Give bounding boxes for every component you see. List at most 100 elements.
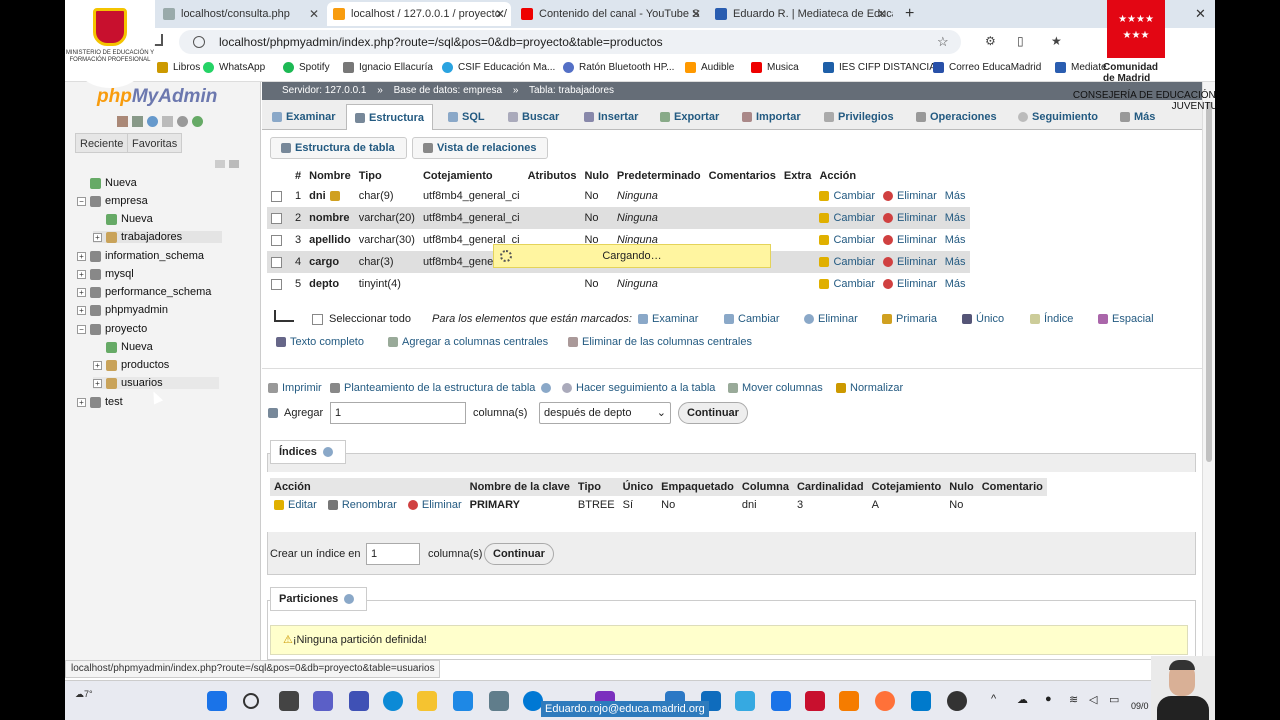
battery-icon[interactable]: ▭ — [1109, 693, 1119, 706]
change-column-button[interactable]: Cambiar — [815, 251, 880, 273]
more-actions-button[interactable]: Más — [941, 185, 970, 207]
row-checkbox[interactable] — [271, 278, 282, 290]
star-icon[interactable]: ☆ — [937, 34, 949, 50]
header-cell[interactable]: Cotejamiento — [419, 167, 524, 185]
bulk-index-button[interactable]: Índice — [1030, 313, 1073, 325]
bookmark-item[interactable]: Mediate — [1055, 62, 1107, 73]
chevron-up-icon[interactable]: ^ — [991, 693, 996, 705]
add-column-position-select[interactable]: después de depto ⌄ — [539, 402, 671, 424]
help-icon[interactable] — [147, 116, 158, 127]
bulk-spatial-button[interactable]: Espacial — [1098, 313, 1154, 325]
bulk-fulltext-button[interactable]: Texto completo — [276, 336, 364, 348]
tree-table-productos[interactable]: + productos — [93, 359, 169, 371]
firefox-icon[interactable] — [875, 691, 895, 711]
help-icon[interactable] — [344, 594, 355, 605]
header-cell[interactable]: Atributos — [524, 167, 581, 185]
breadcrumb-table[interactable]: Tabla: trabajadores — [529, 85, 614, 96]
close-tab-icon[interactable]: ✕ — [495, 7, 505, 21]
tree-item-new-table[interactable]: Nueva — [93, 213, 153, 225]
header-cell[interactable]: Predeterminado — [613, 167, 705, 185]
propose-structure-link[interactable]: Planteamiento de la estructura de tabla — [330, 382, 555, 394]
phpmyadmin-logo[interactable]: phpMyAdmin — [97, 86, 217, 108]
change-column-button[interactable]: Cambiar — [815, 273, 879, 295]
move-columns-link[interactable]: Mover columnas — [728, 382, 823, 394]
add-column-continue-button[interactable]: Continuar — [678, 402, 748, 424]
change-column-button[interactable]: Cambiar — [815, 185, 879, 207]
page-scrollbar[interactable] — [1202, 82, 1215, 660]
task-view-icon[interactable] — [279, 691, 299, 711]
delete-index-button[interactable]: Eliminar — [407, 499, 462, 511]
scrollbar-thumb[interactable] — [1206, 102, 1212, 462]
logout-icon[interactable] — [132, 116, 143, 127]
tree-db-mysql[interactable]: + mysql — [77, 268, 134, 280]
start-icon[interactable] — [207, 691, 227, 711]
create-index-continue-button[interactable]: Continuar — [484, 543, 554, 565]
tab-exportar[interactable]: Exportar — [660, 104, 719, 130]
help-icon[interactable] — [541, 383, 552, 393]
settings-icon[interactable] — [177, 116, 188, 127]
tree-db-information-schema[interactable]: + information_schema — [77, 250, 204, 262]
search-icon[interactable] — [243, 693, 259, 709]
clock-date[interactable]: 09/0 — [1131, 701, 1149, 711]
tab-importar[interactable]: Importar — [742, 104, 801, 130]
tree-table-usuarios[interactable]: + usuarios — [93, 377, 219, 389]
volume-icon[interactable]: ◁ — [1089, 693, 1097, 706]
delete-column-button[interactable]: Eliminar — [879, 273, 941, 295]
bulk-remove-central-button[interactable]: Eliminar de las columnas centrales — [568, 336, 752, 348]
track-table-link[interactable]: Hacer seguimiento a la tabla — [562, 382, 715, 394]
tree-db-phpmyadmin[interactable]: + phpmyadmin — [77, 304, 168, 316]
wifi-icon[interactable]: ≋ — [1069, 693, 1078, 706]
tree-db-performance-schema[interactable]: + performance_schema — [77, 286, 211, 298]
bulk-delete-button[interactable]: Eliminar — [804, 313, 858, 325]
row-checkbox[interactable] — [271, 190, 282, 202]
recent-tab[interactable]: Reciente — [75, 133, 129, 153]
home-icon[interactable] — [117, 116, 128, 127]
link-icon[interactable] — [229, 160, 239, 168]
tab-insertar[interactable]: Insertar — [584, 104, 638, 130]
bookmark-item[interactable]: Libros — [157, 62, 200, 73]
favorites-tab[interactable]: Favoritas — [127, 133, 183, 153]
expand-toggle-icon[interactable]: + — [77, 397, 86, 407]
browser-tab[interactable]: Contenido del canal - YouTube S ✕ — [515, 2, 707, 26]
app-icon[interactable] — [453, 691, 473, 711]
change-column-button[interactable]: Cambiar — [815, 207, 880, 229]
bulk-change-button[interactable]: Cambiar — [724, 313, 780, 325]
bulk-primary-button[interactable]: Primaria — [882, 313, 937, 325]
microphone-icon[interactable]: ● — [1045, 693, 1052, 705]
expand-toggle-icon[interactable]: + — [77, 269, 86, 279]
tab-estructura[interactable]: Estructura — [346, 104, 434, 130]
row-checkbox[interactable] — [271, 256, 282, 268]
calculator-icon[interactable] — [489, 691, 509, 711]
tab-privilegios[interactable]: Privilegios — [824, 104, 894, 130]
tab-examinar[interactable]: Examinar — [272, 104, 336, 130]
browser-tab[interactable]: Eduardo R. | Mediateca de Educa ✕ — [709, 2, 893, 26]
cloud-icon[interactable]: ☁ — [1017, 693, 1028, 706]
tree-db-empresa[interactable]: − empresa — [77, 195, 148, 207]
bulk-browse-button[interactable]: Examinar — [638, 313, 698, 325]
bookmark-item[interactable]: Ignacio Ellacuría — [343, 62, 433, 73]
bookmark-item[interactable]: Audible — [685, 62, 734, 73]
docs-icon[interactable] — [162, 116, 173, 127]
bookmark-item[interactable]: Ratón Bluetooth HP... — [563, 62, 674, 73]
tab-buscar[interactable]: Buscar — [508, 104, 559, 130]
url-field[interactable]: localhost/phpmyadmin/index.php?route=/sq… — [179, 30, 961, 54]
tree-db-proyecto[interactable]: − proyecto — [77, 323, 147, 335]
more-actions-button[interactable]: Más — [941, 273, 970, 295]
split-screen-icon[interactable]: ▯ — [1017, 34, 1024, 48]
header-cell[interactable]: Tipo — [355, 167, 419, 185]
add-column-count-input[interactable]: 1 — [330, 402, 466, 424]
more-actions-button[interactable]: Más — [940, 207, 970, 229]
favorites-icon[interactable]: ★ — [1051, 34, 1062, 48]
extensions-icon[interactable]: ⚙ — [985, 34, 996, 48]
subtab-relation-view[interactable]: Vista de relaciones — [412, 137, 548, 159]
info-icon[interactable] — [193, 36, 205, 48]
change-column-button[interactable]: Cambiar — [815, 229, 879, 251]
bulk-unique-button[interactable]: Único — [962, 313, 1004, 325]
bookmark-item[interactable]: Correo EducaMadrid — [933, 62, 1041, 73]
expand-toggle-icon[interactable]: + — [93, 360, 102, 370]
expand-toggle-icon[interactable]: + — [93, 232, 102, 242]
rename-index-button[interactable]: Renombrar — [327, 499, 397, 511]
file-explorer-icon[interactable] — [417, 691, 437, 711]
normalize-link[interactable]: Normalizar — [836, 382, 903, 394]
delete-column-button[interactable]: Eliminar — [879, 207, 941, 229]
